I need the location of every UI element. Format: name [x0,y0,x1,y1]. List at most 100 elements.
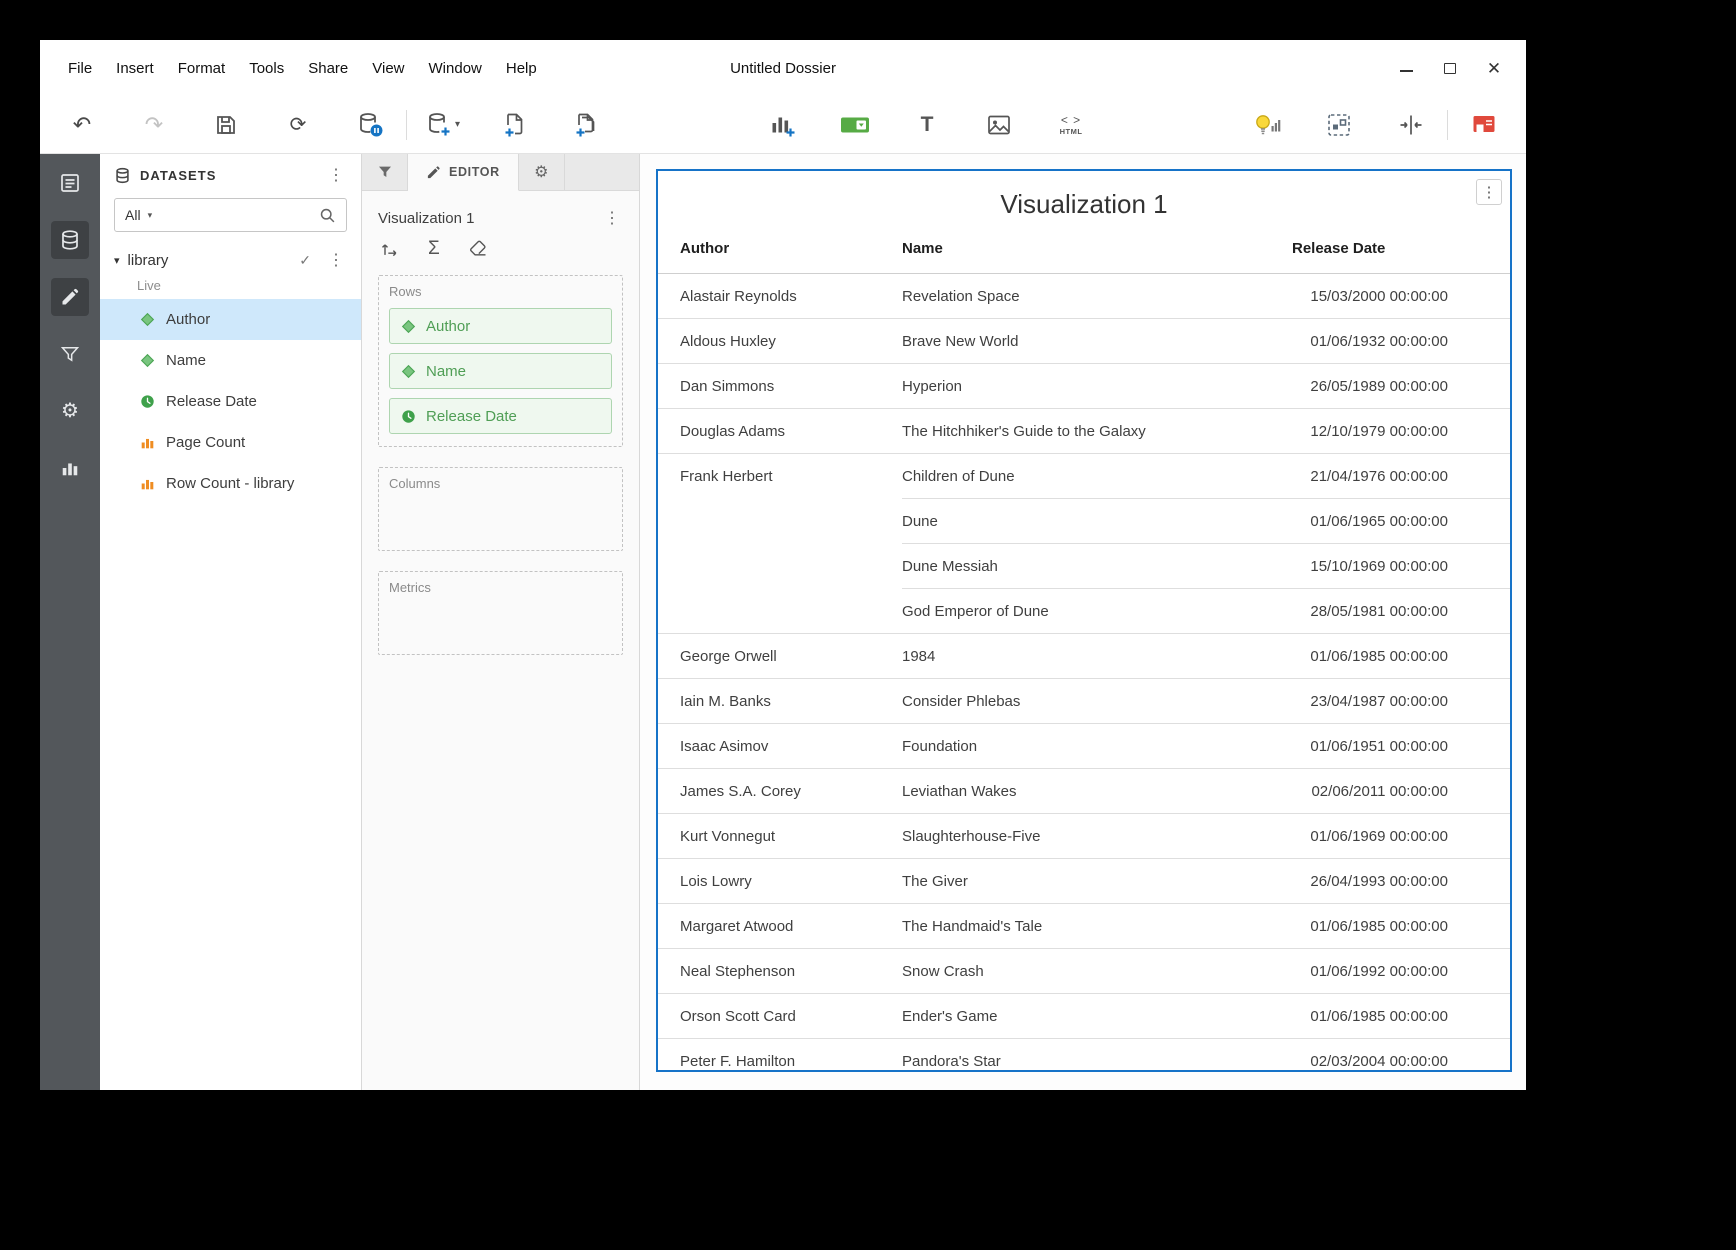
dataset-status-button[interactable] [352,107,388,143]
name-cell[interactable]: Consider Phlebas [902,679,1292,724]
name-cell[interactable]: Dune Messiah [902,544,1292,589]
date-cell[interactable]: 15/03/2000 00:00:00 [1292,274,1510,319]
add-html-button[interactable]: < > HTML [1053,107,1089,143]
new-page-button[interactable] [497,107,533,143]
date-cell[interactable]: 28/05/1981 00:00:00 [1292,589,1510,634]
date-cell[interactable]: 02/06/2011 00:00:00 [1292,769,1510,814]
undo-button[interactable]: ↶ [64,107,100,143]
name-cell[interactable]: Hyperion [902,364,1292,409]
rail-edit-button[interactable] [51,278,89,316]
date-cell[interactable]: 26/04/1993 00:00:00 [1292,859,1510,904]
date-cell[interactable]: 01/06/1969 00:00:00 [1292,814,1510,859]
date-cell[interactable]: 02/03/2004 00:00:00 [1292,1039,1510,1073]
author-cell[interactable]: Orson Scott Card [658,994,902,1039]
name-cell[interactable]: Revelation Space [902,274,1292,319]
tab-editor[interactable]: EDITOR [408,154,519,191]
date-cell[interactable]: 26/05/1989 00:00:00 [1292,364,1510,409]
metrics-drop-zone[interactable]: Metrics [378,571,623,655]
dataset-search-box[interactable]: All ▾ [114,198,347,232]
author-cell[interactable]: Iain M. Banks [658,679,902,724]
name-cell[interactable]: Pandora's Star [902,1039,1292,1073]
rows-chip[interactable]: Author [389,308,612,344]
clear-button[interactable] [468,239,488,259]
author-cell[interactable]: Lois Lowry [658,859,902,904]
tab-format[interactable]: ⚙ [519,154,565,191]
date-cell[interactable]: 23/04/1987 00:00:00 [1292,679,1510,724]
dataset-field[interactable]: Release Date [100,381,361,422]
add-filter-element-button[interactable] [837,107,873,143]
group-button[interactable] [1321,107,1357,143]
author-cell[interactable]: James S.A. Corey [658,769,902,814]
name-cell[interactable]: Dune [902,499,1292,544]
author-cell[interactable]: Dan Simmons [658,364,902,409]
author-cell[interactable]: Aldous Huxley [658,319,902,364]
name-cell[interactable]: Ender's Game [902,994,1292,1039]
snap-layout-button[interactable] [1393,107,1429,143]
date-cell[interactable]: 01/06/1965 00:00:00 [1292,499,1510,544]
maximize-button[interactable] [1434,53,1466,83]
name-cell[interactable]: The Giver [902,859,1292,904]
new-chapter-button[interactable] [569,107,605,143]
add-visualization-button[interactable] [765,107,801,143]
author-cell[interactable]: Neal Stephenson [658,949,902,994]
name-cell[interactable]: Children of Dune [902,454,1292,499]
name-cell[interactable]: Snow Crash [902,949,1292,994]
add-data-button[interactable]: ▾ [425,107,461,143]
menu-tools[interactable]: Tools [237,53,296,84]
save-button[interactable] [208,107,244,143]
date-cell[interactable]: 15/10/1969 00:00:00 [1292,544,1510,589]
date-cell[interactable]: 01/06/1985 00:00:00 [1292,634,1510,679]
rail-settings-button[interactable]: ⚙ [51,392,89,430]
redo-button[interactable]: ↷ [136,107,172,143]
dataset-field[interactable]: Page Count [100,422,361,463]
rail-contents-button[interactable] [51,164,89,202]
add-text-button[interactable]: T [909,107,945,143]
rows-chip[interactable]: Name [389,353,612,389]
author-cell[interactable]: Isaac Asimov [658,724,902,769]
name-cell[interactable]: 1984 [902,634,1292,679]
visualization-card[interactable]: ⋮ Visualization 1 Author Name Release Da… [656,169,1512,1072]
rows-chip[interactable]: Release Date [389,398,612,434]
author-cell[interactable]: George Orwell [658,634,902,679]
dataset-tree-item[interactable]: ▾ library ✓ ⋮ [100,242,361,278]
swap-axes-button[interactable] [380,239,400,259]
add-image-button[interactable] [981,107,1017,143]
menu-share[interactable]: Share [296,53,360,84]
author-cell[interactable]: Douglas Adams [658,409,902,454]
menu-insert[interactable]: Insert [104,53,166,84]
author-cell[interactable]: Margaret Atwood [658,904,902,949]
date-cell[interactable]: 21/04/1976 00:00:00 [1292,454,1510,499]
refresh-button[interactable]: ⟳ [280,107,316,143]
close-button[interactable]: ✕ [1478,53,1510,83]
author-cell[interactable]: Peter F. Hamilton [658,1039,902,1073]
menu-view[interactable]: View [360,53,416,84]
insights-button[interactable] [1249,107,1285,143]
dataset-field[interactable]: Author [100,299,361,340]
name-cell[interactable]: Leviathan Wakes [902,769,1292,814]
rail-visualizations-button[interactable] [51,449,89,487]
date-cell[interactable]: 01/06/1951 00:00:00 [1292,724,1510,769]
minimize-button[interactable] [1390,53,1422,83]
name-cell[interactable]: Foundation [902,724,1292,769]
date-cell[interactable]: 12/10/1979 00:00:00 [1292,409,1510,454]
present-button[interactable] [1466,107,1502,143]
name-cell[interactable]: Brave New World [902,319,1292,364]
visualization-kebab-menu[interactable]: ⋮ [1476,179,1502,205]
name-cell[interactable]: God Emperor of Dune [902,589,1292,634]
menu-window[interactable]: Window [417,53,494,84]
rail-filter-button[interactable] [51,335,89,373]
name-cell[interactable]: The Hitchhiker's Guide to the Galaxy [902,409,1292,454]
menu-help[interactable]: Help [494,53,549,84]
grid-header-release-date[interactable]: Release Date [1292,234,1510,274]
sigma-button[interactable]: Σ [428,239,440,259]
tree-collapse-caret[interactable]: ▾ [114,254,120,267]
dataset-kebab-menu[interactable]: ⋮ [325,249,347,271]
editor-kebab-menu[interactable]: ⋮ [601,207,623,229]
dataset-filter-dropdown[interactable]: All [125,207,141,223]
grid-header-author[interactable]: Author [658,234,902,274]
author-cell[interactable]: Frank Herbert [658,454,902,634]
dataset-field[interactable]: Row Count - library [100,463,361,504]
date-cell[interactable]: 01/06/1985 00:00:00 [1292,904,1510,949]
tab-filter[interactable] [362,154,408,191]
name-cell[interactable]: Slaughterhouse-Five [902,814,1292,859]
